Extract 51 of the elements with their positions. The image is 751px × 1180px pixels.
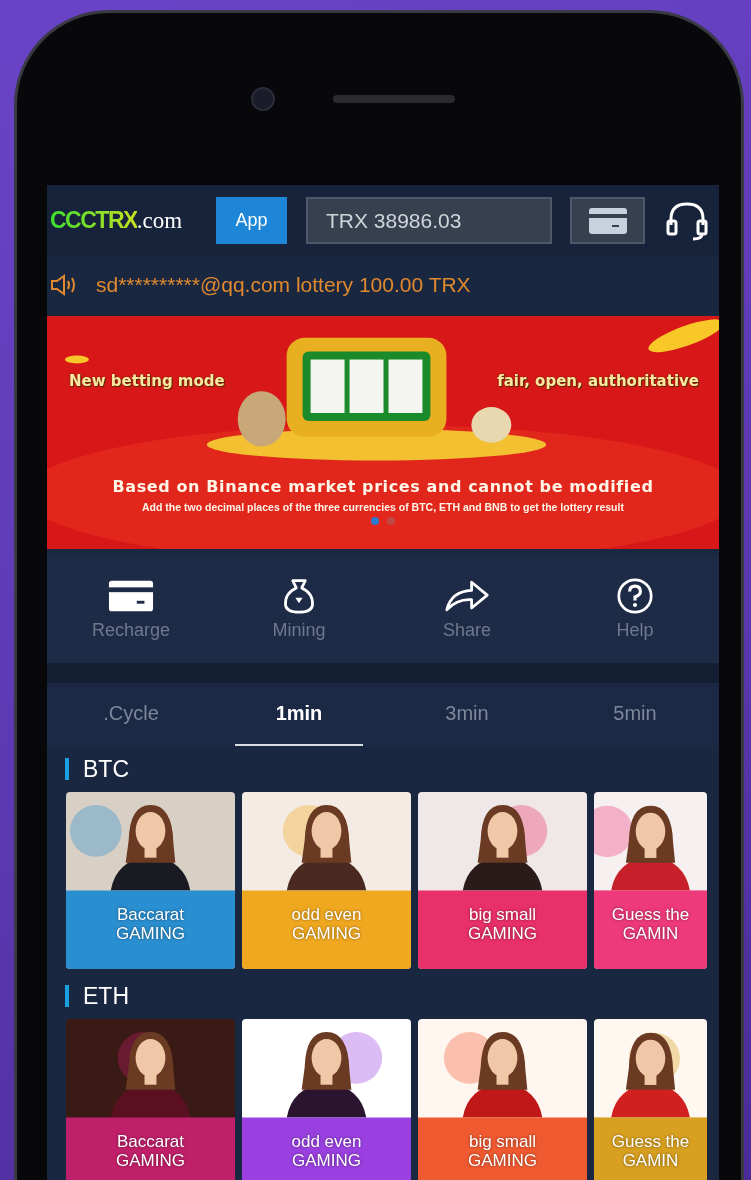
game-title: odd even: [291, 1132, 362, 1151]
period-tab[interactable]: 3min: [397, 683, 537, 747]
menu-label[interactable]: Help: [616, 620, 654, 642]
section-marker: [65, 758, 69, 781]
banner-caption: Based on Binance market prices and cannot be modified: [112, 476, 654, 496]
period-tab[interactable]: 1min: [235, 683, 363, 747]
game-card[interactable]: Guess the GAMIN: [594, 792, 707, 970]
carousel-dot[interactable]: [387, 516, 395, 525]
game-subtitle: GAMIN: [622, 1151, 679, 1170]
period-tab[interactable]: 5min: [565, 683, 705, 747]
game-title: big small: [468, 905, 537, 925]
period-tab[interactable]: .Cycle: [61, 683, 201, 747]
game-card[interactable]: big small GAMING: [418, 792, 587, 970]
promo-banner[interactable]: New betting mode fair, open, authoritative Based on Binance market prices and cannot be modified Add the two decimal places of the three currencies of BTC, ETH and BNB to get the lottery result: [47, 315, 719, 550]
game-title: Baccarat: [116, 905, 185, 925]
carousel-dot[interactable]: [371, 516, 379, 525]
game-title: odd even: [291, 905, 362, 925]
game-card[interactable]: odd even GAMING: [242, 1018, 411, 1180]
game-title: big small: [468, 1132, 537, 1151]
game-title: Baccarat: [116, 1132, 185, 1151]
section-title: ETH: [83, 982, 129, 1010]
game-subtitle: GAMING: [468, 1151, 537, 1170]
menu-label[interactable]: Share: [442, 620, 491, 642]
banner-headline: New betting mode: [69, 371, 225, 390]
game-card[interactable]: big small GAMING: [418, 1018, 587, 1180]
card-icon: [587, 206, 628, 235]
menu-label[interactable]: Recharge: [91, 620, 170, 642]
game-card[interactable]: Guess the GAMIN: [594, 1018, 707, 1180]
logo-suffix: .com: [136, 208, 183, 235]
balance-display: TRX 38986.03: [306, 197, 552, 245]
notice-text: sd**********@qq.com lottery 100.00 TRX: [96, 272, 471, 297]
game-title: Guess the: [611, 1132, 690, 1151]
game-card[interactable]: Baccarat GAMING: [66, 792, 235, 970]
game-subtitle: GAMING: [116, 924, 185, 944]
game-subtitle: GAMING: [292, 924, 361, 944]
camera-icon: [251, 87, 275, 111]
game-subtitle: GAMIN: [622, 924, 679, 944]
section-marker: [65, 985, 69, 1008]
banner-headline: fair, open, authoritative: [497, 371, 699, 390]
banner-subcaption: Add the two decimal places of the three currencies of BTC, ETH and BNB to get the lottery result: [142, 500, 624, 513]
speaker-icon: [50, 273, 78, 296]
wallet-button[interactable]: [570, 197, 645, 245]
game-card[interactable]: odd even GAMING: [242, 792, 411, 970]
app-button[interactable]: App: [216, 197, 287, 245]
game-card[interactable]: Baccarat GAMING: [66, 1018, 235, 1180]
menu-label[interactable]: Mining: [272, 620, 326, 642]
game-title: Guess the: [611, 905, 690, 925]
game-subtitle: GAMING: [292, 1151, 361, 1170]
game-subtitle: GAMING: [468, 924, 537, 944]
game-subtitle: GAMING: [116, 1151, 185, 1170]
section-title: BTC: [83, 755, 129, 783]
